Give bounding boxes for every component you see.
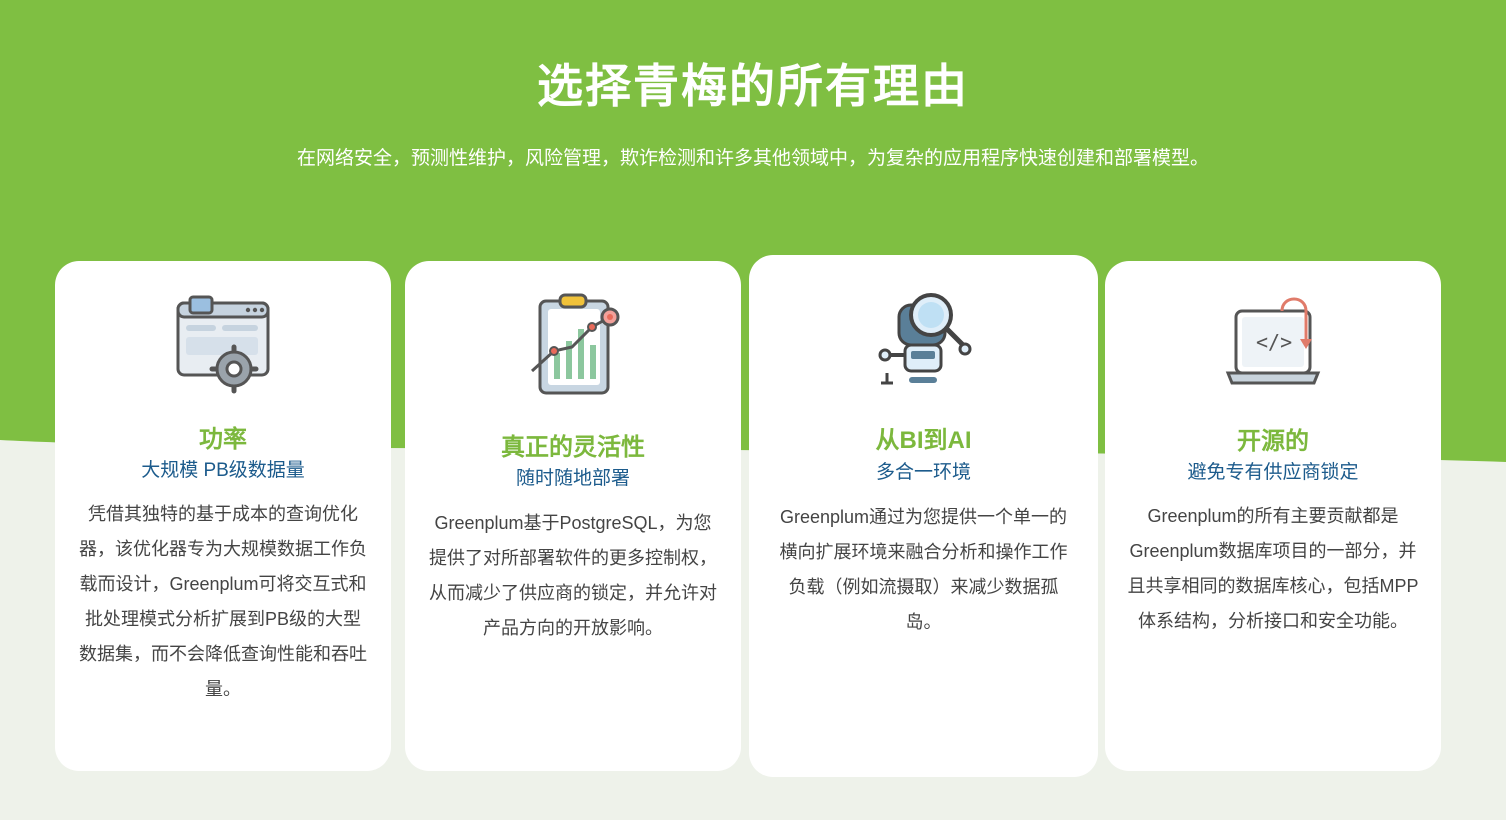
robot-magnifier-icon [878,293,971,385]
card-title: 功率 [199,426,247,453]
card-subtitle: 大规模 PB级数据量 [141,460,305,481]
feature-card-open-source: </> 开源的 避免专有供应商锁定 Greenplum的所有主要贡献都是Gree… [1105,261,1441,771]
card-subtitle: 随时随地部署 [515,468,630,489]
card-title: 开源的 [1237,428,1309,455]
card-subtitle: 避免专有供应商锁定 [1187,462,1359,483]
page-subtitle: 在网络安全，预测性维护，风险管理，欺诈检测和许多其他领域中，为复杂的应用程序快速… [296,148,1209,169]
card-title: 真正的灵活性 [501,434,645,461]
page-title: 选择青梅的所有理由 [537,60,969,112]
browser-settings-icon [176,295,270,394]
feature-card-power: 功率 大规模 PB级数据量 凭借其独特的基于成本的查询优化器，该优化器专为大规模… [55,261,391,771]
card-description: Greenplum的所有主要贡献都是Greenplum数据库项目的一部分，并且共… [1127,506,1419,631]
card-description: Greenplum基于PostgreSQL，为您提供了对所部署软件的更多控制权，… [429,513,717,638]
feature-card-bi-to-ai: 从BI到AI 多合一环境 Greenplum通过为您提供一个单一的横向扩展环境来… [749,255,1098,777]
card-subtitle: 多合一环境 [875,462,971,483]
card-description: 凭借其独特的基于成本的查询优化器，该优化器专为大规模数据工作负载而设计，Gree… [79,504,367,699]
feature-card-flexibility: 真正的灵活性 随时随地部署 Greenplum基于PostgreSQL，为您提供… [405,261,741,771]
card-description: Greenplum通过为您提供一个单一的横向扩展环境来融合分析和操作工作负载（例… [779,507,1068,632]
laptop-code-icon: </> [1225,297,1321,385]
svg-text:</>: </> [1256,330,1292,354]
card-title: 从BI到AI [875,427,972,454]
clipboard-chart-icon [530,293,620,395]
